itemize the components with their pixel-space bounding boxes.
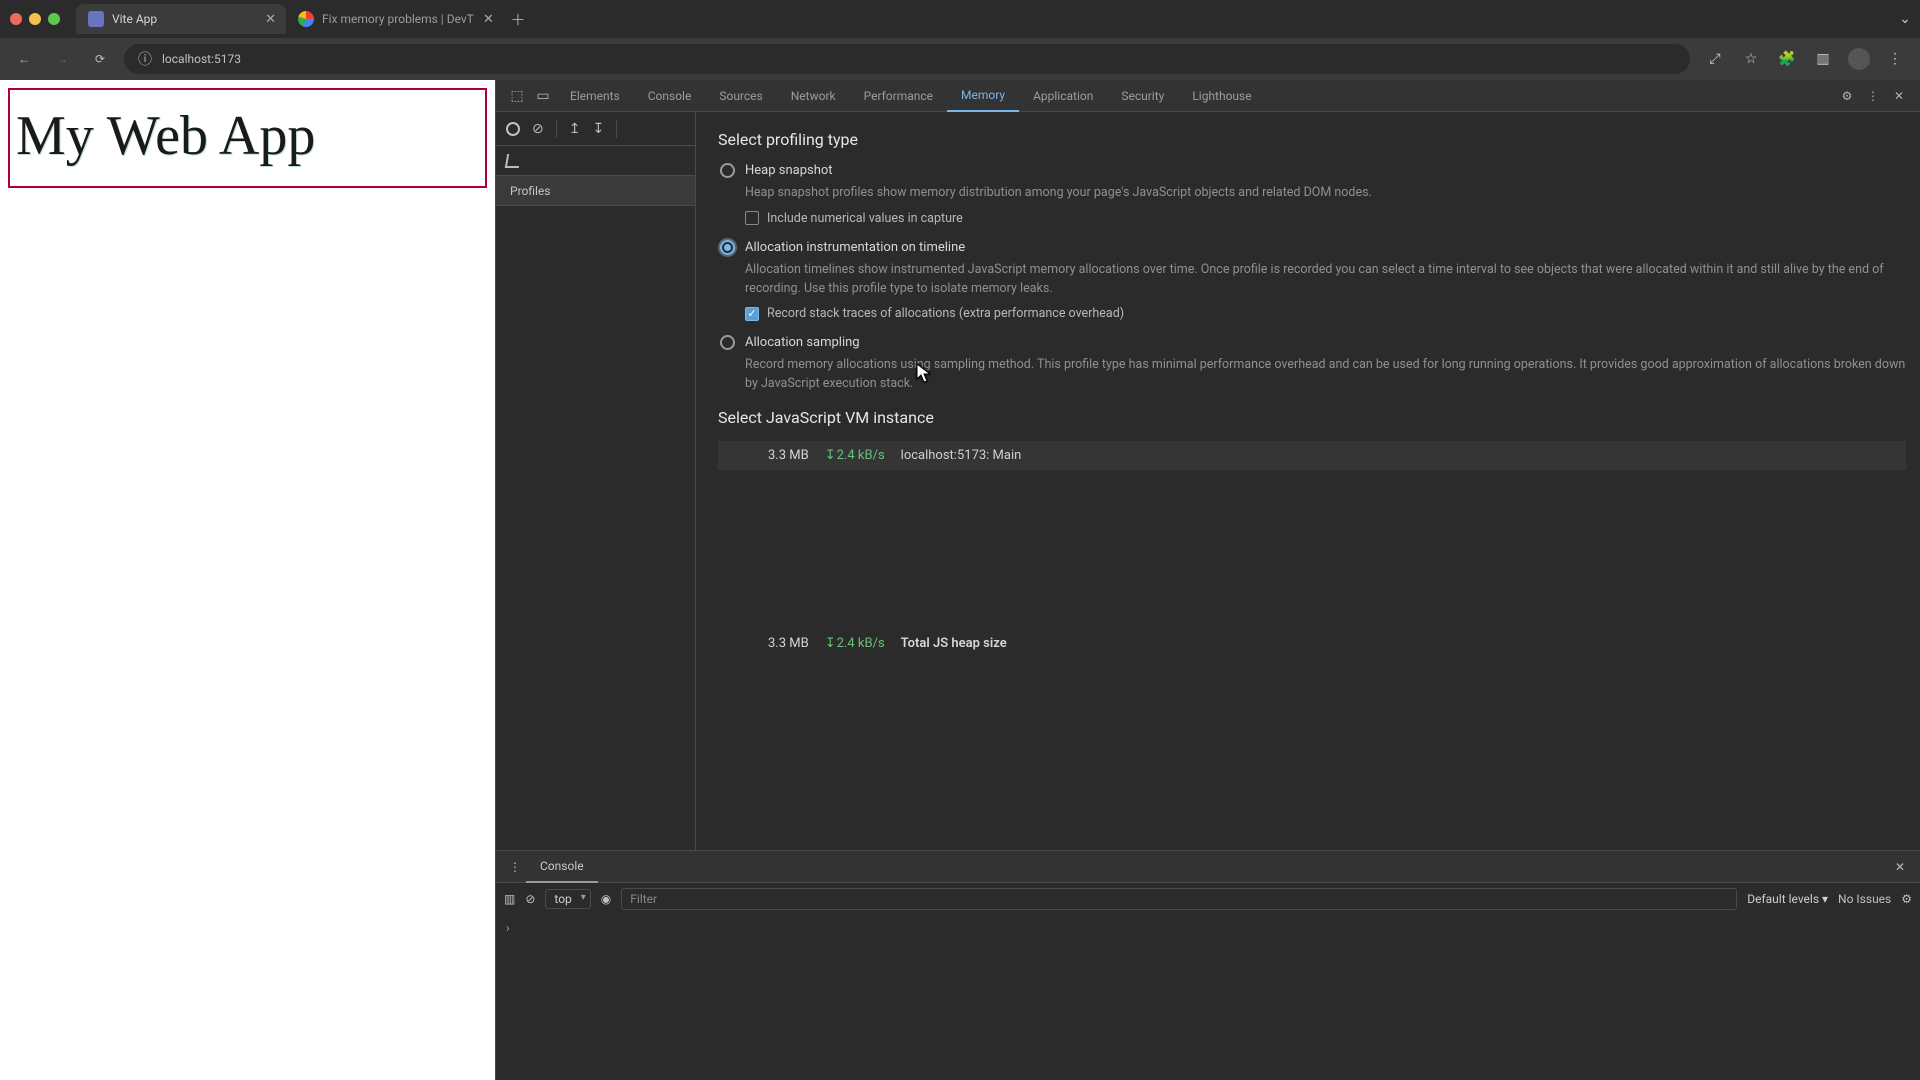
- radio-icon[interactable]: [720, 163, 735, 178]
- zoom-icon[interactable]: ⤢: [1700, 44, 1730, 74]
- vm-total-rate: 2.4 kB/s: [825, 636, 885, 651]
- vm-total-size: 3.3 MB: [768, 636, 809, 651]
- tab-devtools-docs[interactable]: Fix memory problems | DevT ✕: [286, 4, 504, 34]
- vm-rate: 2.4 kB/s: [825, 448, 885, 463]
- console-settings-icon[interactable]: ⚙: [1901, 892, 1912, 906]
- profiling-type-title: Select profiling type: [718, 130, 1906, 149]
- drawer-tab-console[interactable]: Console: [526, 851, 598, 883]
- close-devtools-icon[interactable]: ✕: [1886, 89, 1912, 103]
- vm-instance-title: Select JavaScript VM instance: [718, 408, 1906, 427]
- memory-panel: Select profiling type Heap snapshot Heap…: [696, 112, 1920, 850]
- profiles-header: Profiles: [496, 176, 695, 206]
- address-bar[interactable]: ⓘ localhost:5173: [124, 44, 1690, 74]
- url-text: localhost:5173: [162, 52, 241, 66]
- tab-vite-app[interactable]: Vite App ✕: [76, 4, 286, 34]
- settings-icon[interactable]: ⚙: [1834, 89, 1860, 103]
- tab-title: Fix memory problems | DevT: [322, 12, 474, 26]
- inspect-icon[interactable]: ⬚: [504, 88, 530, 104]
- device-toolbar-icon[interactable]: ▭: [530, 88, 556, 104]
- option-description: Allocation timelines show instrumented J…: [745, 261, 1906, 299]
- favicon-icon: [88, 11, 104, 27]
- checkbox-label: Record stack traces of allocations (extr…: [767, 306, 1124, 321]
- checkbox-icon[interactable]: ✓: [745, 307, 759, 321]
- checkbox-label: Include numerical values in capture: [767, 211, 963, 226]
- vm-name: localhost:5173: Main: [901, 448, 1022, 463]
- collect-garbage-icon[interactable]: [505, 154, 521, 168]
- close-tab-icon[interactable]: ✕: [265, 12, 276, 27]
- issues-status[interactable]: No Issues: [1838, 892, 1891, 906]
- devtools: ⬚ ▭ Elements Console Sources Network Per…: [495, 80, 1920, 1080]
- tab-application[interactable]: Application: [1019, 80, 1107, 112]
- vm-total-label: Total JS heap size: [901, 636, 1007, 651]
- option-record-stack-traces[interactable]: ✓ Record stack traces of allocations (ex…: [745, 306, 1906, 321]
- checkbox-icon[interactable]: [745, 211, 759, 225]
- console-filter-input[interactable]: Filter: [621, 888, 1737, 910]
- log-levels-select[interactable]: Default levels ▾: [1747, 892, 1828, 906]
- page-heading: My Web App: [8, 88, 487, 188]
- back-button[interactable]: ←: [10, 45, 38, 73]
- minimize-window-icon[interactable]: [29, 13, 41, 25]
- reload-button[interactable]: ⟳: [86, 45, 114, 73]
- option-description: Record memory allocations using sampling…: [745, 356, 1906, 394]
- memory-sidebar: ⊘ ↥ ↧ Profiles: [496, 112, 696, 850]
- record-icon[interactable]: [506, 122, 520, 136]
- option-allocation-timeline[interactable]: Allocation instrumentation on timeline A…: [718, 240, 1906, 322]
- close-drawer-icon[interactable]: ✕: [1888, 860, 1912, 874]
- separator: [556, 120, 557, 138]
- site-info-icon[interactable]: ⓘ: [138, 49, 152, 69]
- favicon-icon: [298, 11, 314, 27]
- menu-icon[interactable]: ⋮: [1880, 44, 1910, 74]
- avatar[interactable]: [1844, 44, 1874, 74]
- clear-icon[interactable]: ⊘: [532, 121, 544, 137]
- vm-total-row: 3.3 MB 2.4 kB/s Total JS heap size: [718, 630, 1906, 651]
- memory-toolbar: ⊘ ↥ ↧: [496, 112, 695, 146]
- page-preview: My Web App: [0, 80, 495, 1080]
- option-heap-snapshot[interactable]: Heap snapshot Heap snapshot profiles sho…: [718, 163, 1906, 226]
- address-bar-row: ← → ⟳ ⓘ localhost:5173 ⤢ ☆ 🧩 ▥ ⋮: [0, 38, 1920, 80]
- filter-placeholder: Filter: [630, 892, 657, 906]
- load-profile-icon[interactable]: ↥: [569, 121, 581, 137]
- console-sidebar-toggle-icon[interactable]: ▥: [504, 892, 515, 906]
- tab-console[interactable]: Console: [634, 80, 706, 112]
- close-window-icon[interactable]: [10, 13, 22, 25]
- window-controls: [10, 13, 60, 25]
- drawer-more-icon[interactable]: ⋮: [504, 860, 526, 874]
- console-prompt-icon[interactable]: ›: [506, 921, 510, 935]
- tab-lighthouse[interactable]: Lighthouse: [1178, 80, 1265, 112]
- new-tab-button[interactable]: ＋: [504, 5, 532, 33]
- save-profile-icon[interactable]: ↧: [592, 121, 604, 137]
- tab-security[interactable]: Security: [1107, 80, 1178, 112]
- close-tab-icon[interactable]: ✕: [483, 12, 494, 27]
- extensions-icon[interactable]: 🧩: [1772, 44, 1802, 74]
- vm-instance-row[interactable]: 3.3 MB 2.4 kB/s localhost:5173: Main: [718, 441, 1906, 470]
- option-label: Heap snapshot: [745, 163, 833, 178]
- chevron-down-icon[interactable]: ⌄: [1890, 4, 1920, 34]
- console-drawer: ⋮ Console ✕ ▥ ⊘ top ◉ Filter Default lev…: [496, 850, 1920, 1080]
- option-label: Allocation instrumentation on timeline: [745, 240, 965, 255]
- bookmark-icon[interactable]: ☆: [1736, 44, 1766, 74]
- clear-console-icon[interactable]: ⊘: [525, 892, 535, 906]
- option-label: Allocation sampling: [745, 335, 860, 350]
- more-icon[interactable]: ⋮: [1860, 89, 1886, 103]
- radio-icon[interactable]: [720, 335, 735, 350]
- zoom-window-icon[interactable]: [48, 13, 60, 25]
- forward-button: →: [48, 45, 76, 73]
- tab-title: Vite App: [112, 12, 157, 26]
- vm-size: 3.3 MB: [768, 448, 809, 463]
- execution-context-select[interactable]: top: [545, 889, 590, 909]
- option-allocation-sampling[interactable]: Allocation sampling Record memory alloca…: [718, 335, 1906, 394]
- tab-network[interactable]: Network: [777, 80, 850, 112]
- option-include-numerical[interactable]: Include numerical values in capture: [745, 211, 1906, 226]
- tab-elements[interactable]: Elements: [556, 80, 634, 112]
- devtools-tab-bar: ⬚ ▭ Elements Console Sources Network Per…: [496, 80, 1920, 112]
- radio-icon[interactable]: [720, 240, 735, 255]
- live-expression-icon[interactable]: ◉: [601, 892, 611, 906]
- browser-tab-strip: Vite App ✕ Fix memory problems | DevT ✕ …: [0, 0, 1920, 38]
- separator: [616, 120, 617, 138]
- tab-memory[interactable]: Memory: [947, 80, 1019, 112]
- tab-sources[interactable]: Sources: [705, 80, 776, 112]
- side-panel-icon[interactable]: ▥: [1808, 44, 1838, 74]
- option-description: Heap snapshot profiles show memory distr…: [745, 184, 1906, 203]
- tab-performance[interactable]: Performance: [850, 80, 947, 112]
